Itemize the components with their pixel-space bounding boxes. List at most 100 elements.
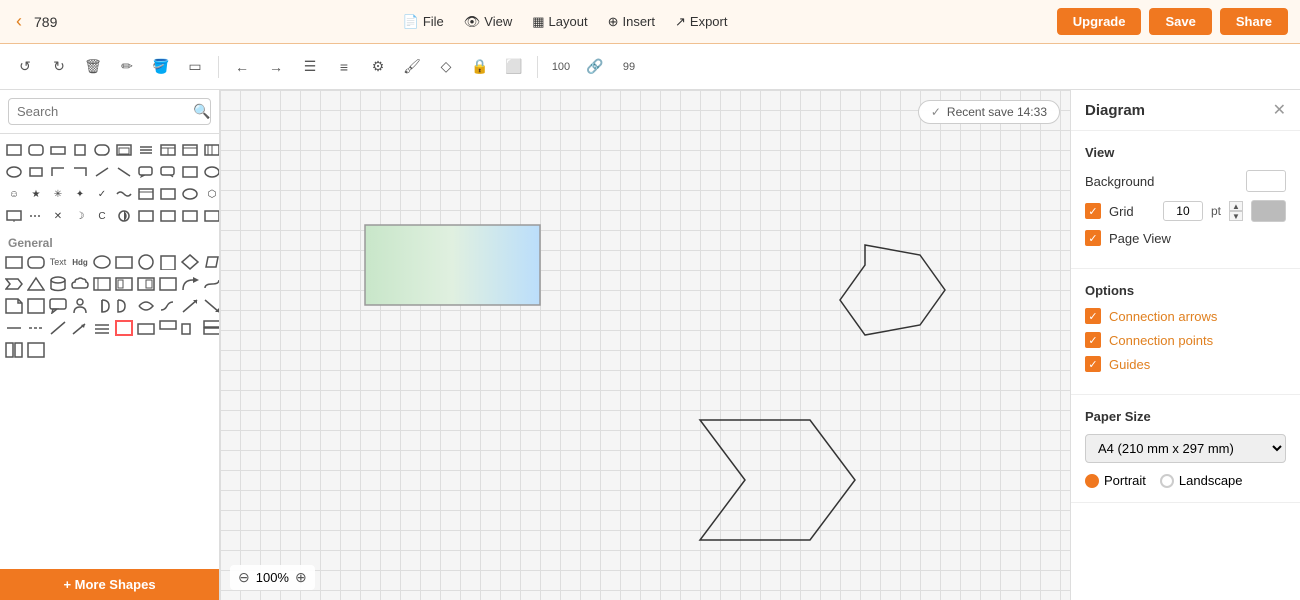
frame-button[interactable]: ⬜ [499,52,529,82]
zoom-in-button[interactable]: ⊕ [295,569,307,586]
grid-color-picker[interactable] [1251,200,1286,222]
clear-button[interactable]: ◇ [431,52,461,82]
gen-square[interactable] [158,252,178,272]
link-button[interactable]: 🔗 [580,52,610,82]
align-button[interactable]: ☰ [295,52,325,82]
shape-s4[interactable] [180,184,200,204]
fill-button[interactable]: 🪣 [146,52,176,82]
share-button[interactable]: Share [1220,8,1288,35]
panel-close-button[interactable]: ✕ [1273,100,1286,120]
align2-button[interactable]: ≡ [329,52,359,82]
portrait-radio[interactable] [1085,474,1099,488]
gen-heading[interactable]: Hdg [70,252,90,272]
guides-checkbox[interactable]: ✓ [1085,356,1101,372]
shape-sun2[interactable]: ✦ [70,184,90,204]
gen-parallelogram[interactable] [202,252,219,272]
gen-chevron-right[interactable] [4,274,24,294]
gen-s-curve[interactable] [158,296,178,316]
canvas-area[interactable]: ✓ Recent save 14:33 ⊖ 100% ⊕ [220,90,1070,600]
gen-shapes-row7-6[interactable] [26,340,46,360]
gen-shapes-row7-2[interactable] [158,318,178,338]
search-input-wrap[interactable]: 🔍 [8,98,211,125]
landscape-radio[interactable] [1160,474,1174,488]
shape-s1[interactable] [180,162,200,182]
gen-person[interactable] [70,296,90,316]
shape-rounded-rect[interactable] [26,140,46,160]
file-menu-item[interactable]: 📄 File [403,14,444,30]
shape-c3[interactable]: C [92,206,112,226]
shape-g1[interactable] [114,206,134,226]
size-button[interactable]: 100 [546,52,576,82]
shape-s5[interactable]: ⬡ [202,184,219,204]
shape-frame[interactable] [114,140,134,160]
gen-circle[interactable] [136,252,156,272]
canvas-rect-shape[interactable] [365,225,540,305]
shape-circle-sq[interactable] [26,162,46,182]
grid-up-button[interactable]: ▲ [1229,201,1243,211]
redo-button[interactable]: ↻ [44,52,74,82]
rect-button[interactable]: ▭ [180,52,210,82]
more-shapes-button[interactable]: + More Shapes [0,569,219,600]
gen-shapes-row7-5[interactable] [4,340,24,360]
gen-line-d[interactable] [26,318,46,338]
shape-monitor[interactable] [4,206,24,226]
shape-star5[interactable]: ★ [26,184,46,204]
connection-points-checkbox[interactable]: ✓ [1085,332,1101,348]
gen-line-arrow[interactable] [70,318,90,338]
arrow-left-button[interactable]: ← [227,52,257,82]
gen-diamond[interactable] [180,252,200,272]
view-menu-item[interactable]: 👁 View [464,14,512,30]
gen-cylinder[interactable] [48,274,68,294]
gen-note2[interactable] [4,296,24,316]
gen-shape4[interactable] [114,274,134,294]
gen-shape6[interactable] [158,274,178,294]
save-button[interactable]: Save [1149,8,1211,35]
shape-rounded2[interactable] [92,140,112,160]
gen-chat3[interactable] [48,296,68,316]
pageview-checkbox[interactable]: ✓ [1085,230,1101,246]
shape-c1[interactable] [180,140,200,160]
shape-s6[interactable] [158,206,178,226]
gen-line-a[interactable] [48,318,68,338]
shape-wide-rect[interactable] [48,140,68,160]
shape-chat-bubble[interactable] [136,162,156,182]
shape-diag-line2[interactable] [114,162,134,182]
gen-half-d1[interactable] [92,296,112,316]
landscape-option[interactable]: Landscape [1160,473,1243,488]
grid-down-button[interactable]: ▼ [1229,211,1243,221]
shape-lines[interactable] [136,140,156,160]
lock-button[interactable]: 🔒 [465,52,495,82]
shape-ellipse[interactable] [4,162,24,182]
layout-menu-item[interactable]: ▦ Layout [532,14,587,30]
portrait-option[interactable]: Portrait [1085,473,1146,488]
gen-line-s[interactable] [4,318,24,338]
gen-rounded[interactable] [26,252,46,272]
canvas-arrow-shape[interactable] [700,420,855,540]
gen-ellipse[interactable] [92,252,112,272]
group-button[interactable]: ⚙ [363,52,393,82]
grid-value-input[interactable] [1163,201,1203,221]
canvas-svg[interactable] [220,90,1070,600]
zoom-out-button[interactable]: ⊖ [238,569,250,586]
background-color-picker[interactable] [1246,170,1286,192]
tag-button[interactable]: 99 [614,52,644,82]
back-arrow[interactable]: ‹ [12,7,26,36]
shape-x[interactable]: ✕ [48,206,68,226]
shape-s2[interactable] [202,162,219,182]
undo-button[interactable]: ↺ [10,52,40,82]
upgrade-button[interactable]: Upgrade [1057,8,1142,35]
shape-table[interactable] [158,140,178,160]
shape-crescent[interactable]: ☽ [70,206,90,226]
shape-sun[interactable]: ✳ [48,184,68,204]
shape-rect[interactable] [4,140,24,160]
format-button[interactable]: 🖌 [397,52,427,82]
gen-shape7[interactable] [136,296,156,316]
connection-arrows-checkbox[interactable]: ✓ [1085,308,1101,324]
gen-shapes-row7-4[interactable] [202,318,219,338]
gen-shape5[interactable] [136,274,156,294]
shape-smiley[interactable]: ☺ [4,184,24,204]
arrow-right-button[interactable]: → [261,52,291,82]
canvas-hexagon-shape[interactable] [840,245,945,335]
shape-tall-rect[interactable] [70,140,90,160]
gen-fold2[interactable] [26,296,46,316]
